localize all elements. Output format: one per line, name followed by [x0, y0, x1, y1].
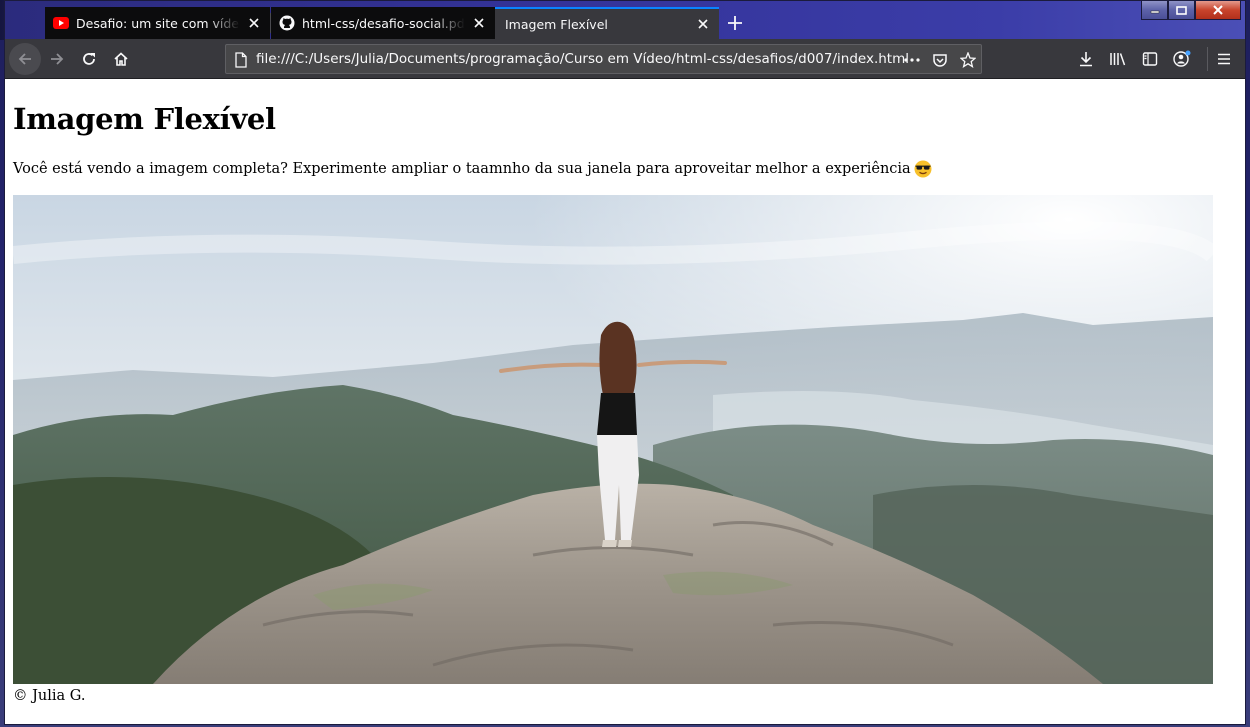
mountain-hero-image [13, 195, 1213, 684]
forward-button[interactable] [41, 43, 73, 75]
home-button[interactable] [105, 43, 137, 75]
intro-paragraph: Você está vendo a imagem completa? Exper… [13, 160, 932, 178]
star-icon[interactable] [959, 51, 977, 69]
pocket-icon[interactable] [931, 51, 949, 69]
plus-icon [728, 16, 742, 30]
browser-window: Desafio: um site com vídeos - C html-css… [4, 0, 1246, 725]
tab-title: Desafio: um site com vídeos - C [76, 15, 240, 31]
restore-icon [1176, 5, 1187, 15]
page-icon [232, 51, 250, 69]
toolbar-separator [1207, 47, 1208, 71]
close-window-button[interactable] [1195, 1, 1241, 20]
reload-button[interactable] [73, 43, 105, 75]
intro-text: Você está vendo a imagem completa? Exper… [13, 161, 911, 177]
forward-arrow-icon [51, 53, 64, 65]
maximize-button[interactable] [1168, 1, 1195, 20]
sunglasses-emoji-icon [914, 160, 932, 178]
footer-copyright: © Julia G. [13, 688, 86, 704]
reload-icon [83, 53, 95, 65]
library-icon[interactable] [1109, 50, 1127, 68]
new-tab-button[interactable] [723, 11, 747, 35]
back-arrow-icon [18, 53, 31, 65]
page-content: Imagem Flexível Você está vendo a imagem… [5, 80, 1245, 724]
github-icon [279, 15, 295, 31]
close-tab-icon[interactable] [471, 15, 487, 31]
more-icon[interactable] [903, 51, 921, 69]
minimize-icon [1150, 10, 1159, 14]
account-icon[interactable] [1173, 50, 1191, 68]
tab-youtube-desafio[interactable]: Desafio: um site com vídeos - C [45, 7, 270, 39]
menu-icon[interactable] [1215, 50, 1233, 68]
tab-github-pdf[interactable]: html-css/desafio-social.pdf at m [271, 7, 495, 39]
sidebar-icon[interactable] [1141, 50, 1159, 68]
minimize-button[interactable] [1141, 1, 1168, 20]
tab-title: Imagem Flexível [505, 16, 608, 32]
navigation-toolbar: file:///C:/Users/Julia/Documents/program… [5, 39, 1245, 79]
download-icon[interactable] [1077, 50, 1095, 68]
url-bar[interactable]: file:///C:/Users/Julia/Documents/program… [225, 44, 982, 74]
close-tab-icon[interactable] [695, 16, 711, 32]
close-icon [1213, 5, 1223, 15]
page-heading: Imagem Flexível [13, 102, 276, 136]
window-controls [1141, 1, 1241, 21]
youtube-icon [53, 15, 69, 31]
url-text[interactable]: file:///C:/Users/Julia/Documents/program… [256, 51, 909, 67]
title-bar: Desafio: um site com vídeos - C html-css… [5, 1, 1245, 39]
close-tab-icon[interactable] [246, 15, 262, 31]
tab-imagem-flexivel[interactable]: Imagem Flexível [495, 7, 719, 39]
home-icon [114, 52, 128, 66]
back-button[interactable] [9, 43, 41, 75]
tab-title: html-css/desafio-social.pdf at m [302, 15, 465, 31]
